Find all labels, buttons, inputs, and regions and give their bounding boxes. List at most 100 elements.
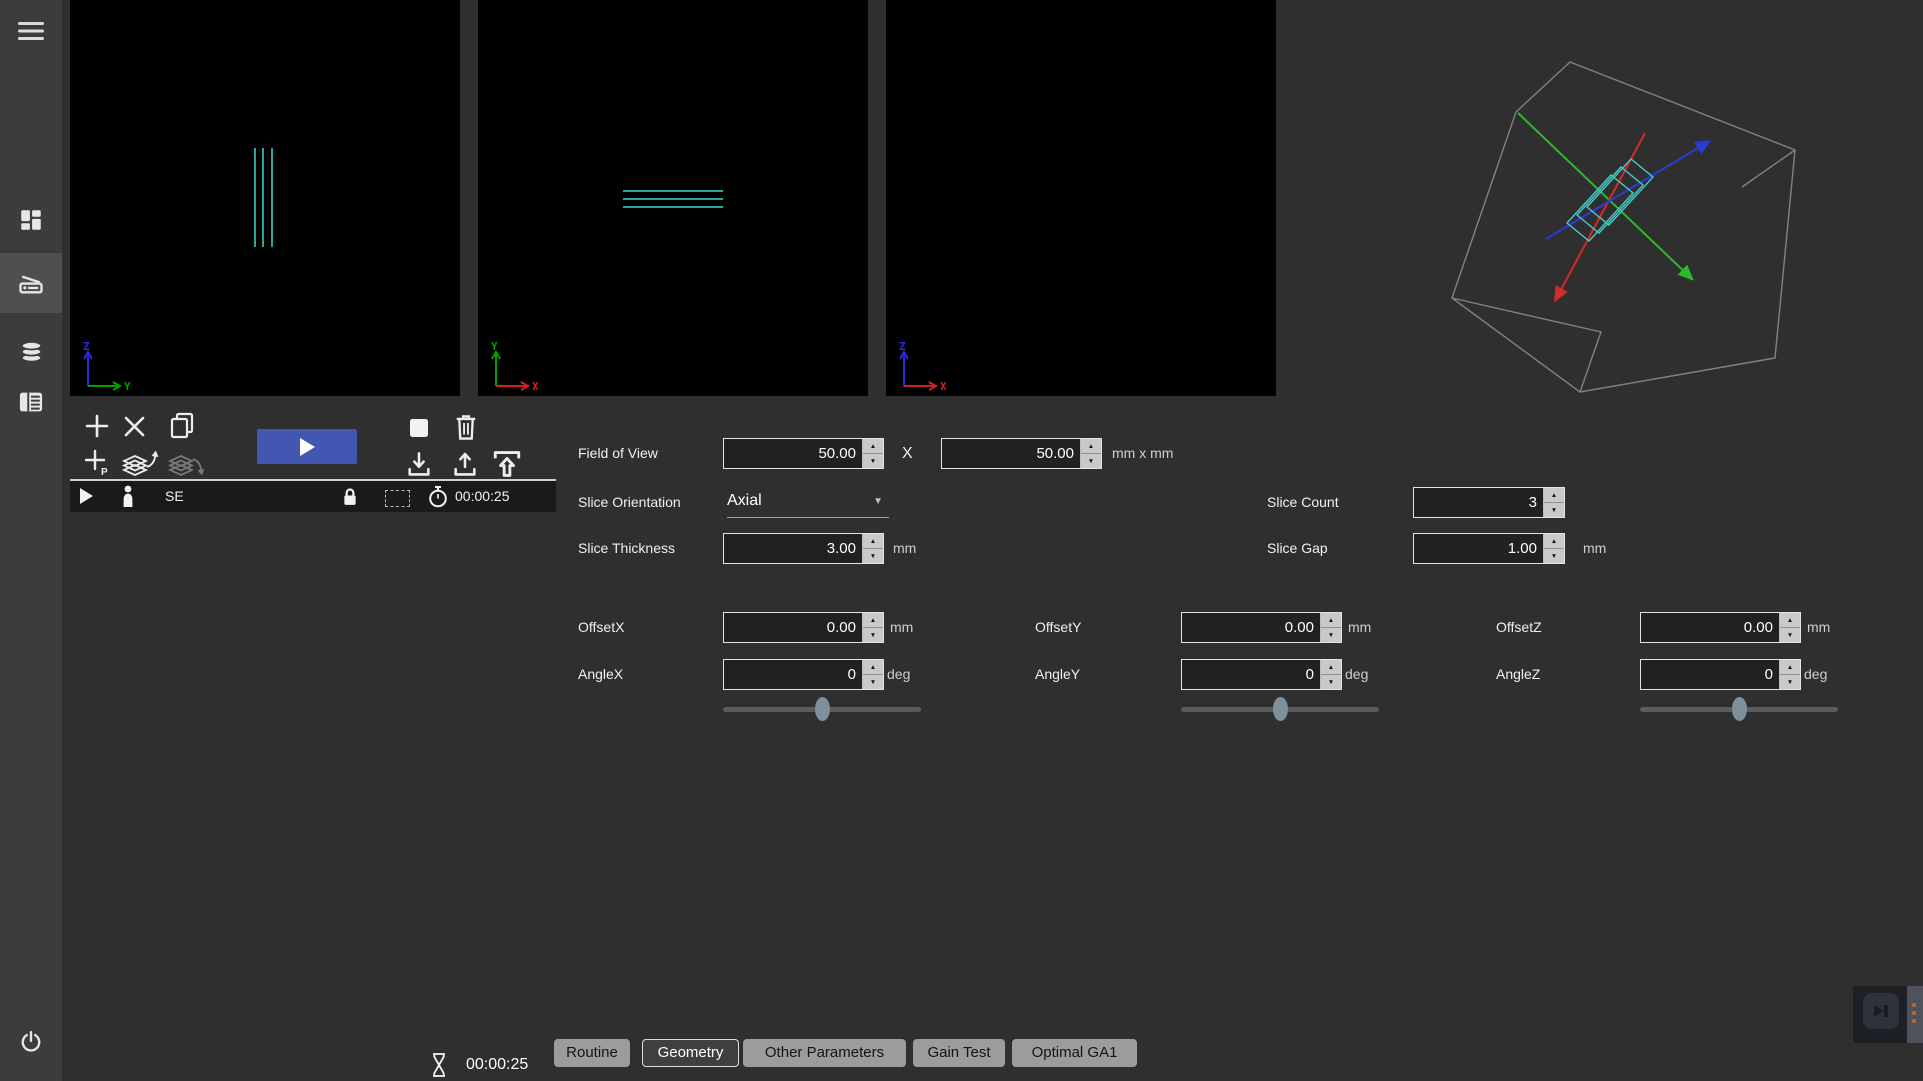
- fov-width-value[interactable]: 50.00: [724, 439, 862, 468]
- spin-up-button[interactable]: ▲: [1544, 488, 1564, 503]
- slice-orientation-dropdown[interactable]: Axial ▼: [727, 487, 889, 518]
- axis-label-horizontal: X: [940, 380, 947, 393]
- tab-optimal-ga1[interactable]: Optimal GA1: [1012, 1039, 1137, 1067]
- slider-thumb[interactable]: [1273, 697, 1288, 721]
- slice-gap-value[interactable]: 1.00: [1414, 534, 1543, 563]
- anglex-value[interactable]: 0: [724, 660, 862, 689]
- slice-thickness-spinner: ▲ ▼: [862, 534, 883, 563]
- spin-up-button[interactable]: ▲: [1321, 660, 1341, 675]
- add-button[interactable]: [84, 413, 110, 439]
- power-button[interactable]: [0, 1022, 62, 1062]
- corner-overlay-widget[interactable]: [1853, 986, 1923, 1043]
- offsety-input[interactable]: 0.00 ▲ ▼: [1181, 612, 1342, 643]
- selection-box-icon[interactable]: [385, 490, 410, 507]
- slider-thumb[interactable]: [815, 697, 830, 721]
- spin-up-button[interactable]: ▲: [1780, 613, 1800, 628]
- anglez-value[interactable]: 0: [1641, 660, 1779, 689]
- anglex-slider[interactable]: [723, 696, 921, 722]
- slice-gap-input[interactable]: 1.00 ▲ ▼: [1413, 533, 1565, 564]
- upload-button[interactable]: [451, 451, 479, 478]
- spin-up-button[interactable]: ▲: [1780, 660, 1800, 675]
- angley-input[interactable]: 0 ▲ ▼: [1181, 659, 1342, 690]
- axis-label-horizontal: X: [532, 380, 539, 393]
- menu-button[interactable]: [0, 14, 62, 48]
- sequence-name: SE: [165, 481, 184, 512]
- sidebar-item-database[interactable]: [0, 332, 62, 372]
- scene-3d-view[interactable]: [1280, 0, 1923, 460]
- download-button[interactable]: [405, 451, 433, 478]
- offsetz-value[interactable]: 0.00: [1641, 613, 1779, 642]
- tab-other-parameters[interactable]: Other Parameters: [743, 1039, 906, 1067]
- sidebar-item-scanner[interactable]: [0, 253, 62, 313]
- anglex-input[interactable]: 0 ▲ ▼: [723, 659, 884, 690]
- slice-line: [623, 206, 723, 208]
- anglez-slider[interactable]: [1640, 696, 1838, 722]
- spin-up-button[interactable]: ▲: [1321, 613, 1341, 628]
- slice-thickness-input[interactable]: 3.00 ▲ ▼: [723, 533, 884, 564]
- slice-line: [271, 148, 273, 247]
- offsetx-input[interactable]: 0.00 ▲ ▼: [723, 612, 884, 643]
- slice-count-value[interactable]: 3: [1414, 488, 1543, 517]
- delete-cross-button[interactable]: [122, 414, 147, 439]
- spin-up-button[interactable]: ▲: [863, 660, 883, 675]
- fov-height-input[interactable]: 50.00 ▲ ▼: [941, 438, 1102, 469]
- spin-down-button[interactable]: ▼: [1780, 675, 1800, 689]
- slice-count-input[interactable]: 3 ▲ ▼: [1413, 487, 1565, 518]
- trash-button[interactable]: [452, 412, 480, 442]
- lock-icon[interactable]: [341, 486, 359, 508]
- stop-button[interactable]: [408, 417, 430, 439]
- slice-thickness-label: Slice Thickness: [578, 533, 675, 564]
- spin-up-button[interactable]: ▲: [863, 534, 883, 549]
- stopwatch-icon: [428, 485, 448, 508]
- spin-down-button[interactable]: ▼: [1780, 628, 1800, 642]
- spin-down-button[interactable]: ▼: [863, 454, 883, 468]
- tab-routine[interactable]: Routine: [554, 1039, 630, 1067]
- spin-up-button[interactable]: ▲: [1544, 534, 1564, 549]
- axis-z-3d: [1546, 142, 1708, 239]
- spin-up-button[interactable]: ▲: [1081, 439, 1101, 454]
- spin-up-button[interactable]: ▲: [863, 439, 883, 454]
- copy-button[interactable]: [168, 411, 196, 441]
- export-top-button[interactable]: [490, 448, 524, 478]
- spin-down-button[interactable]: ▼: [1544, 549, 1564, 563]
- add-point-button[interactable]: P: [84, 449, 110, 476]
- offsety-label: OffsetY: [1035, 612, 1081, 643]
- viewport-coronal[interactable]: Y X: [478, 0, 868, 396]
- spin-down-button[interactable]: ▼: [863, 675, 883, 689]
- offsety-value[interactable]: 0.00: [1182, 613, 1320, 642]
- anglez-input[interactable]: 0 ▲ ▼: [1640, 659, 1801, 690]
- slider-thumb[interactable]: [1732, 697, 1747, 721]
- spin-down-button[interactable]: ▼: [1081, 454, 1101, 468]
- tab-geometry[interactable]: Geometry: [642, 1039, 739, 1067]
- spin-down-button[interactable]: ▼: [1321, 675, 1341, 689]
- viewport-axial[interactable]: Z X: [886, 0, 1276, 396]
- spin-down-button[interactable]: ▼: [1321, 628, 1341, 642]
- angley-spinner: ▲ ▼: [1320, 660, 1341, 689]
- widget-app-icon[interactable]: [1863, 993, 1899, 1029]
- viewport-sagittal[interactable]: Z Y: [70, 0, 460, 396]
- angley-slider[interactable]: [1181, 696, 1379, 722]
- slice-thickness-value[interactable]: 3.00: [724, 534, 862, 563]
- apply-layers-button[interactable]: [120, 449, 160, 478]
- trash-icon: [452, 412, 480, 442]
- download-icon: [405, 451, 433, 478]
- axis-x-3d: [1556, 133, 1645, 299]
- fov-height-value[interactable]: 50.00: [942, 439, 1080, 468]
- fov-width-spinner: ▲ ▼: [862, 439, 883, 468]
- fov-width-input[interactable]: 50.00 ▲ ▼: [723, 438, 884, 469]
- run-button[interactable]: [257, 429, 357, 464]
- angley-value[interactable]: 0: [1182, 660, 1320, 689]
- spin-up-button[interactable]: ▲: [863, 613, 883, 628]
- slice-gap-label: Slice Gap: [1267, 533, 1328, 564]
- spin-down-button[interactable]: ▼: [863, 549, 883, 563]
- spin-down-button[interactable]: ▼: [863, 628, 883, 642]
- sidebar-item-protocol-card[interactable]: [0, 382, 62, 422]
- offsetz-input[interactable]: 0.00 ▲ ▼: [1640, 612, 1801, 643]
- spin-down-button[interactable]: ▼: [1544, 503, 1564, 517]
- fov-separator: X: [902, 438, 913, 469]
- offsetx-value[interactable]: 0.00: [724, 613, 862, 642]
- sequence-play-icon[interactable]: [80, 488, 93, 504]
- tab-gain-test[interactable]: Gain Test: [913, 1039, 1005, 1067]
- sequence-row[interactable]: SE 00:00:25: [70, 481, 556, 512]
- sidebar-item-dashboard[interactable]: [0, 202, 62, 238]
